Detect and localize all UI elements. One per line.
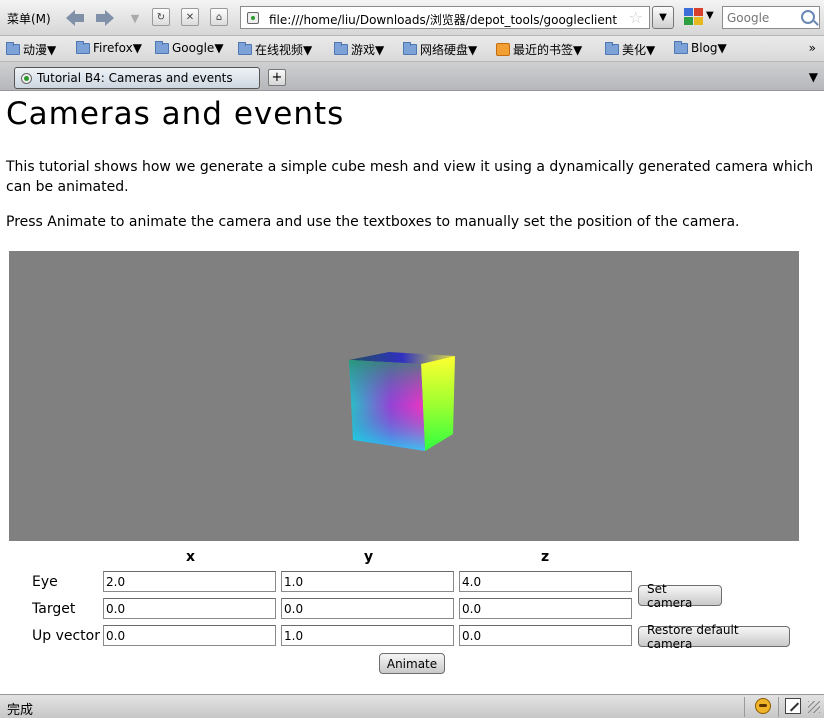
- page-favicon-icon: [21, 72, 32, 84]
- bookmark-label: 网络硬盘▼: [420, 43, 478, 57]
- new-tab-button[interactable]: +: [268, 69, 286, 86]
- folder-icon: [334, 42, 348, 55]
- column-header-z: z: [541, 549, 550, 565]
- instructions-paragraph: Press Animate to animate the camera and …: [6, 214, 740, 230]
- status-divider: [778, 697, 779, 717]
- bookmark-label: Google▼: [172, 41, 224, 55]
- main-menu-button[interactable]: 菜单(M): [7, 10, 51, 27]
- reload-icon[interactable]: ↻: [152, 8, 170, 26]
- search-engine-icon[interactable]: [684, 8, 704, 26]
- intro-paragraph: This tutorial shows how we generate a si…: [6, 159, 814, 195]
- up-z-input[interactable]: [459, 625, 632, 646]
- folder-icon: [403, 42, 417, 55]
- target-x-input[interactable]: [103, 598, 276, 619]
- search-box[interactable]: [722, 6, 820, 29]
- column-header-x: x: [186, 549, 196, 565]
- site-identity-icon[interactable]: [247, 12, 259, 24]
- eye-z-input[interactable]: [459, 571, 632, 592]
- tab-tutorial-b4[interactable]: Tutorial B4: Cameras and events: [14, 67, 260, 89]
- bookmark-label: 动漫▼: [23, 43, 57, 57]
- animate-button[interactable]: Animate: [379, 653, 445, 674]
- bookmark-folder-firefox[interactable]: Firefox▼: [76, 40, 142, 55]
- bookmark-folder-anime[interactable]: 动漫▼: [6, 41, 56, 58]
- status-text: 完成: [7, 703, 34, 718]
- bookmark-label: 游戏▼: [351, 43, 385, 57]
- bookmarks-overflow-icon[interactable]: »: [809, 41, 816, 55]
- target-y-input[interactable]: [281, 598, 454, 619]
- bookmark-label: Firefox▼: [93, 41, 142, 55]
- folder-icon: [6, 42, 20, 55]
- greasemonkey-icon[interactable]: [755, 698, 771, 714]
- navigation-toolbar: 菜单(M) ▼ ↻ ✕ ⌂ ☆ ▼ ▼: [0, 0, 824, 36]
- bookmark-recent[interactable]: 最近的书签▼: [496, 41, 582, 58]
- folder-icon: [674, 40, 688, 54]
- recent-bookmarks-icon: [496, 43, 510, 56]
- search-input[interactable]: [727, 11, 799, 25]
- back-icon[interactable]: [64, 8, 86, 28]
- notes-edit-icon[interactable]: [785, 698, 801, 714]
- up-y-input[interactable]: [281, 625, 454, 646]
- bookmark-star-icon[interactable]: ☆: [629, 8, 643, 27]
- bookmark-folder-themes[interactable]: 美化▼: [605, 41, 655, 58]
- search-icon[interactable]: [801, 10, 815, 24]
- bookmark-label: 最近的书签▼: [513, 43, 583, 57]
- forward-icon[interactable]: [94, 8, 116, 28]
- set-camera-button[interactable]: Set camera: [638, 582, 722, 610]
- tab-title: Tutorial B4: Cameras and events: [37, 71, 233, 85]
- folder-icon: [155, 40, 169, 54]
- bookmarks-toolbar: 动漫▼ Firefox▼ Google▼ 在线视频▼ 游戏▼ 网络硬盘▼ 最近的…: [0, 36, 824, 62]
- up-x-input[interactable]: [103, 625, 276, 646]
- tab-strip: Tutorial B4: Cameras and events + ▼: [0, 62, 824, 91]
- restore-default-camera-button[interactable]: Restore default camera: [638, 623, 790, 651]
- bookmark-folder-blog[interactable]: Blog▼: [674, 40, 727, 55]
- resize-grip[interactable]: [808, 701, 820, 713]
- column-header-y: y: [364, 549, 374, 565]
- bookmark-folder-online-video[interactable]: 在线视频▼: [238, 41, 312, 58]
- row-label-eye: Eye: [32, 574, 58, 590]
- bookmark-label: 在线视频▼: [255, 43, 313, 57]
- history-dropdown-icon[interactable]: ▼: [124, 8, 146, 28]
- url-input[interactable]: [269, 11, 624, 27]
- row-label-target: Target: [32, 601, 76, 617]
- home-icon[interactable]: ⌂: [210, 8, 228, 26]
- tab-list-dropdown-icon[interactable]: ▼: [809, 70, 818, 84]
- stop-icon[interactable]: ✕: [181, 8, 199, 26]
- url-dropdown-icon[interactable]: ▼: [652, 6, 674, 29]
- target-z-input[interactable]: [459, 598, 632, 619]
- bookmark-folder-games[interactable]: 游戏▼: [334, 41, 384, 58]
- bookmark-label: 美化▼: [622, 43, 656, 57]
- bookmark-folder-cloud-drive[interactable]: 网络硬盘▼: [403, 41, 477, 58]
- page-title: Cameras and events: [6, 96, 345, 132]
- status-bar: 完成: [0, 694, 824, 718]
- row-label-up-vector: Up vector: [32, 628, 100, 644]
- rendered-cube: [349, 352, 455, 451]
- folder-icon: [76, 40, 90, 54]
- eye-x-input[interactable]: [103, 571, 276, 592]
- search-engine-dropdown-icon[interactable]: ▼: [706, 10, 714, 21]
- bookmark-folder-google[interactable]: Google▼: [155, 40, 224, 55]
- address-bar[interactable]: ☆: [240, 6, 650, 29]
- status-divider: [744, 697, 745, 717]
- bookmark-label: Blog▼: [691, 41, 727, 55]
- eye-y-input[interactable]: [281, 571, 454, 592]
- folder-icon: [605, 42, 619, 55]
- folder-icon: [238, 42, 252, 55]
